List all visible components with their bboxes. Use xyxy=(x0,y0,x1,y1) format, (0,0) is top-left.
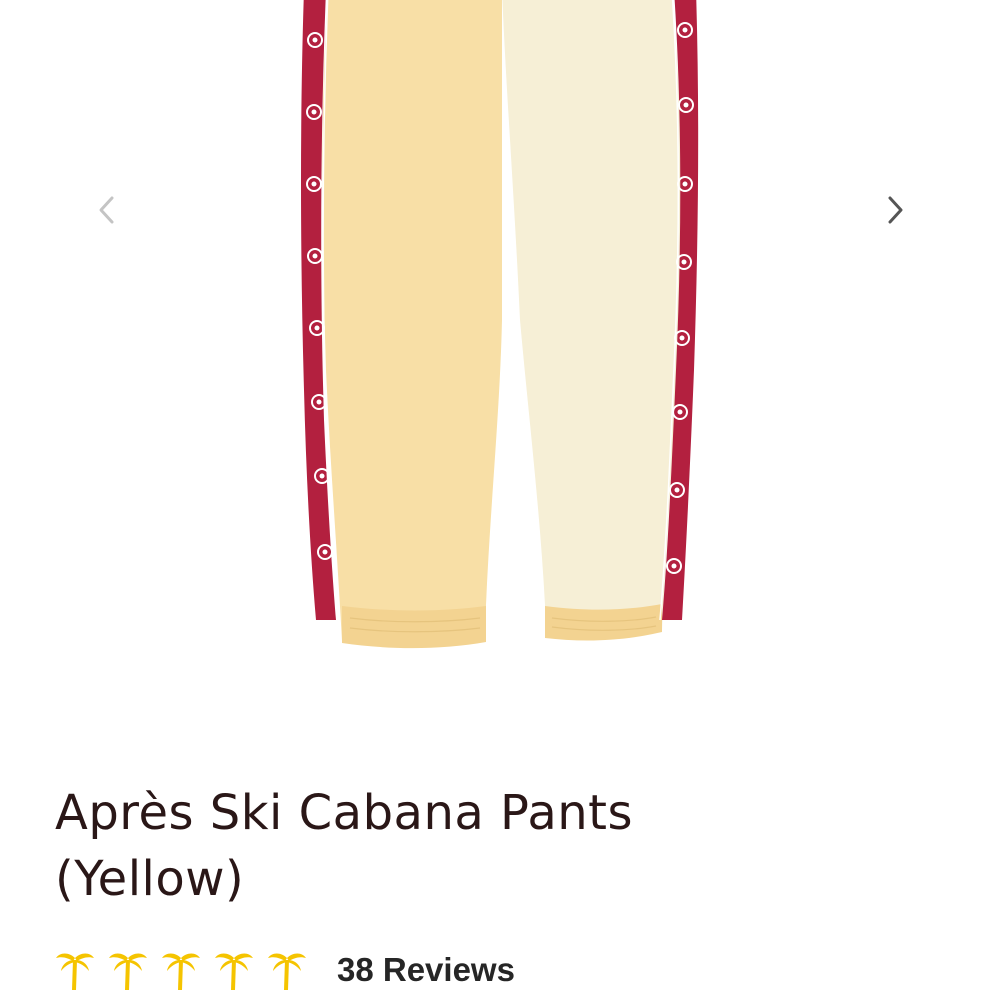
left-leg xyxy=(322,0,502,646)
rating-stars xyxy=(55,948,307,992)
reviews-link[interactable]: 38 Reviews xyxy=(337,951,515,989)
product-title-line-1: Après Ski Cabana Pants xyxy=(55,785,633,841)
palm-tree-icon xyxy=(215,953,253,990)
palm-tree-icon xyxy=(56,953,94,990)
product-page: Après Ski Cabana Pants (Yellow) 38 Revie… xyxy=(0,0,1000,1000)
product-title-line-2: (Yellow) xyxy=(55,851,245,907)
product-image xyxy=(301,0,699,649)
gallery-next-button[interactable] xyxy=(873,188,917,232)
chevron-right-icon xyxy=(888,196,903,224)
product-title: Après Ski Cabana Pants (Yellow) xyxy=(55,780,955,912)
palm-tree-icon xyxy=(162,953,200,990)
gallery-prev-button[interactable] xyxy=(85,188,129,232)
palm-tree-icon xyxy=(268,953,306,990)
palm-tree-icon xyxy=(109,953,147,990)
product-rating: 38 Reviews xyxy=(55,945,515,995)
product-gallery xyxy=(0,0,1000,720)
chevron-left-icon xyxy=(99,196,114,224)
right-leg xyxy=(502,0,682,639)
